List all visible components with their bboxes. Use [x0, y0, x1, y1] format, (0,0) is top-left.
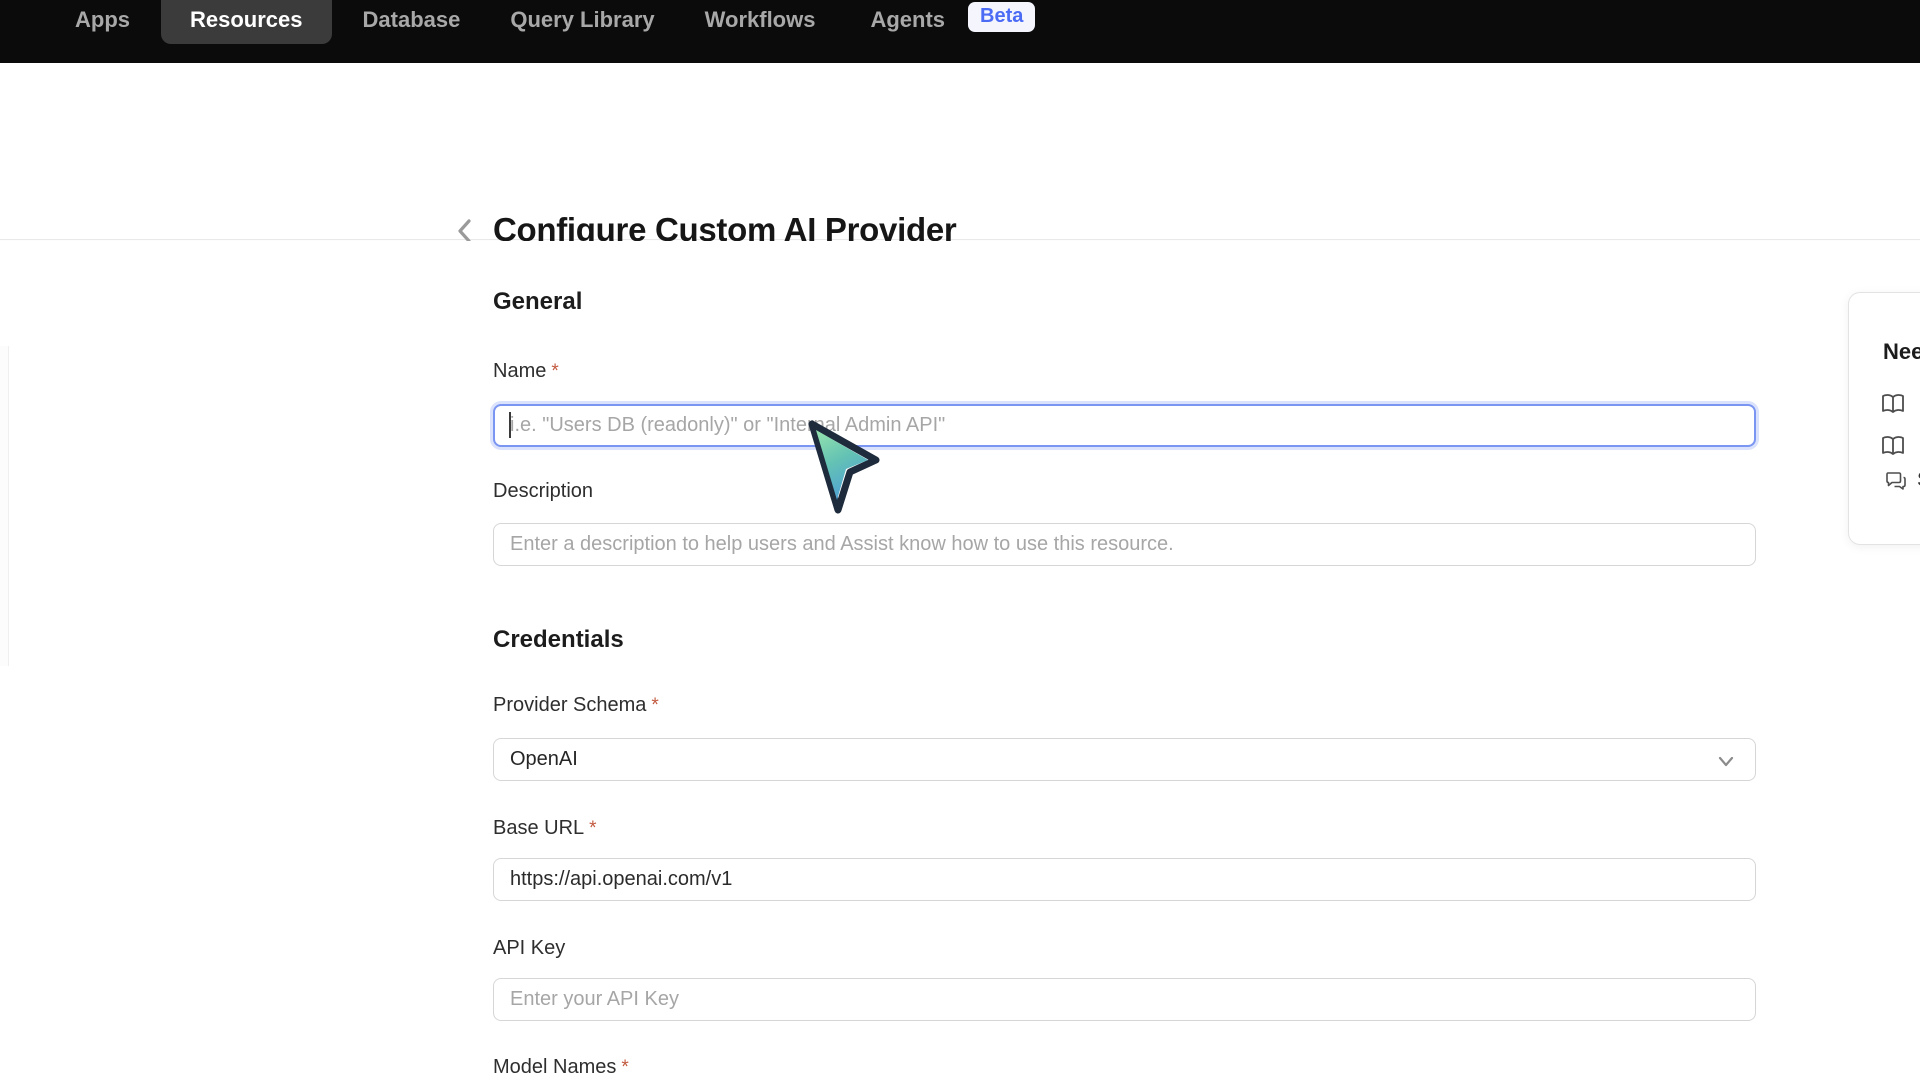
- nav-tab-apps-label: Apps: [75, 7, 130, 32]
- required-asterisk: *: [651, 695, 658, 716]
- nav-tab-query-library[interactable]: Query Library: [495, 0, 669, 32]
- nav-tab-resources-label: Resources: [190, 7, 303, 32]
- beta-badge: Beta: [968, 2, 1035, 32]
- provider-schema-field-label: Provider Schema*: [493, 694, 659, 717]
- top-navigation-bar: Apps Resources Database Query Library Wo…: [0, 0, 1920, 63]
- nav-tab-database-label: Database: [363, 7, 461, 32]
- nav-tab-query-library-label: Query Library: [510, 7, 654, 32]
- help-panel: Nee S: [1848, 292, 1920, 545]
- section-heading-credentials: Credentials: [493, 626, 624, 654]
- help-link-docs-1[interactable]: [1881, 393, 1905, 415]
- nav-tab-apps[interactable]: Apps: [75, 0, 145, 32]
- help-panel-heading: Nee: [1883, 339, 1920, 365]
- description-field-label: Description: [493, 480, 593, 503]
- book-icon: [1881, 393, 1905, 415]
- required-asterisk: *: [551, 361, 558, 382]
- nav-tab-database[interactable]: Database: [348, 0, 476, 32]
- chat-icon: [1885, 471, 1907, 491]
- section-heading-general: General: [493, 288, 582, 316]
- nav-tab-resources-active[interactable]: Resources: [161, 0, 332, 44]
- nav-tab-agents[interactable]: Agents: [855, 0, 960, 32]
- provider-schema-select[interactable]: OpenAI: [493, 738, 1756, 781]
- left-panel-edge: [0, 346, 9, 666]
- page-header: Configure Custom AI Provider: [0, 63, 1920, 240]
- api-key-field-label: API Key: [493, 937, 565, 960]
- description-input[interactable]: [493, 523, 1756, 566]
- app-window: Apps Resources Database Query Library Wo…: [0, 0, 1920, 1080]
- chevron-down-icon: [1715, 750, 1737, 778]
- name-field-label: Name*: [493, 360, 559, 383]
- provider-schema-value: OpenAI: [510, 748, 578, 771]
- model-names-field-label: Model Names*: [493, 1056, 629, 1079]
- name-input[interactable]: [493, 404, 1756, 447]
- help-link-support[interactable]: S: [1885, 469, 1920, 492]
- help-link-docs-2[interactable]: [1881, 435, 1905, 457]
- nav-tab-workflows[interactable]: Workflows: [690, 0, 831, 32]
- form-content: General Name* Description Credentials Pr…: [0, 241, 1920, 1080]
- nav-tab-workflows-label: Workflows: [705, 7, 816, 32]
- base-url-input[interactable]: [493, 858, 1756, 901]
- api-key-input[interactable]: [493, 978, 1756, 1021]
- required-asterisk: *: [589, 818, 596, 839]
- text-caret: [509, 412, 511, 438]
- book-icon: [1881, 435, 1905, 457]
- nav-tab-agents-label: Agents: [870, 7, 945, 32]
- base-url-field-label: Base URL*: [493, 817, 597, 840]
- required-asterisk: *: [621, 1057, 628, 1078]
